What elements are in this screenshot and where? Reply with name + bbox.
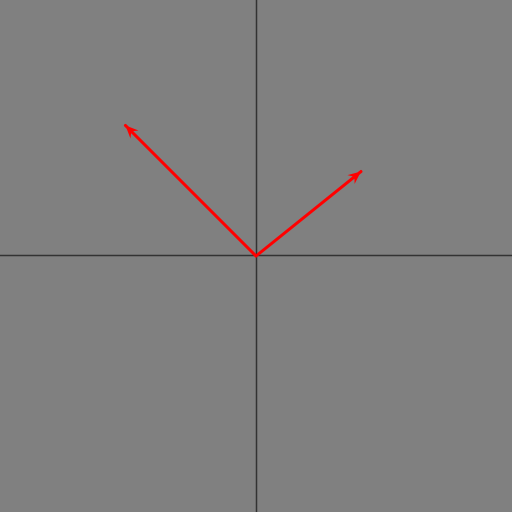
vector-diagram [0,0,512,512]
